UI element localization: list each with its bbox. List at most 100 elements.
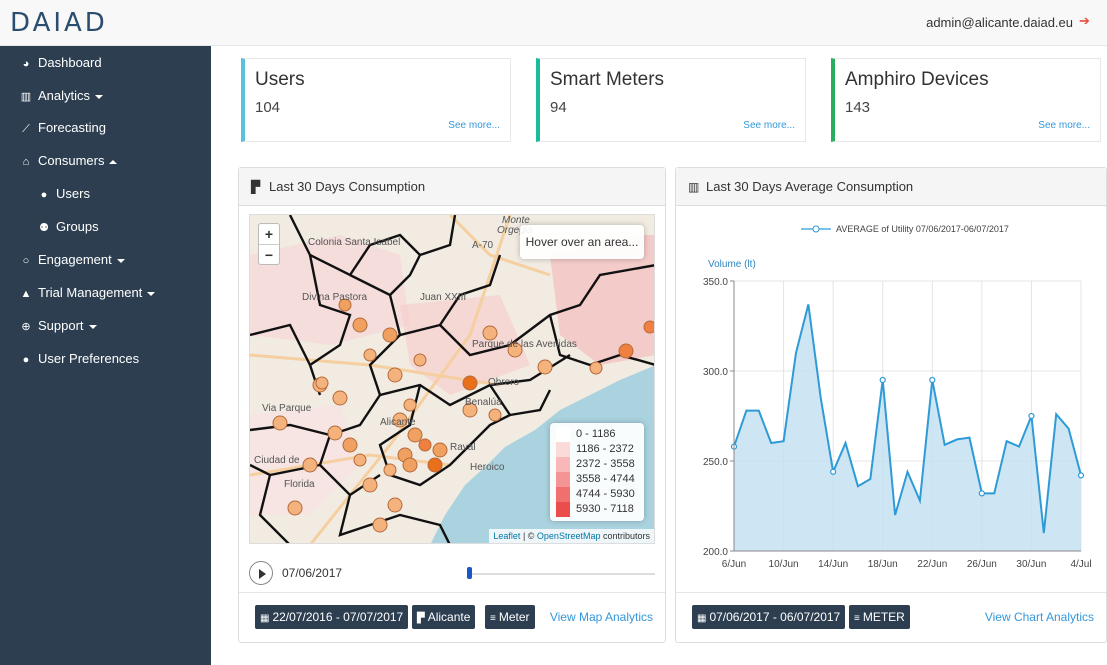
database-icon: ≡: [490, 613, 496, 624]
legend-swatch: [556, 487, 570, 502]
data-point: [1077, 472, 1085, 479]
x-tick-label: 4/Jul: [1070, 559, 1091, 570]
y-tick-label: 250.0: [703, 457, 728, 468]
x-tick-label: 14/Jun: [818, 559, 848, 570]
user-icon: ●: [40, 189, 48, 201]
legend-row: 5930 - 7118: [556, 502, 638, 517]
timeline-slider-handle[interactable]: [467, 567, 472, 579]
bar-chart-icon: ▥: [688, 180, 700, 194]
map-label: Ciudad de: [254, 455, 300, 466]
lifebuoy-icon: ⊕: [21, 321, 31, 333]
source-label: METER: [862, 610, 905, 624]
chart-panel: ▥ Last 30 Days Average Consumption 200.0 2…: [675, 167, 1107, 643]
users-card: Users 104 See more...: [241, 58, 511, 142]
chart-svg: 200.0 250.0 300.0 350.0 6/Jun 10/Jun 14/Jun 18/…: [703, 224, 1092, 570]
see-more-link[interactable]: See more...: [1038, 120, 1090, 131]
map-label: Divina Pastora: [302, 292, 367, 303]
y-tick-label: 300.0: [703, 367, 728, 378]
calendar-icon: ▦: [260, 613, 270, 624]
sidebar-item-support[interactable]: ⊕ Support: [0, 311, 211, 341]
legend-marker: [812, 225, 820, 233]
sidebar-item-user-preferences[interactable]: ● User Preferences: [0, 344, 211, 374]
sidebar-item-users[interactable]: ● Users: [0, 179, 211, 209]
data-point: [978, 490, 985, 497]
sidebar-item-label: Users: [56, 186, 90, 201]
legend-label: 4744 - 5930: [576, 488, 635, 500]
map-label: Juan XXIII: [420, 292, 466, 303]
see-more-link[interactable]: See more...: [743, 120, 795, 131]
map-label: A-70: [472, 240, 494, 251]
chevron-down-icon: [147, 291, 156, 296]
card-title: Users: [255, 69, 305, 90]
sidebar-item-label: Dashboard: [38, 55, 102, 70]
map-icon: ▛: [251, 180, 261, 194]
zoom-in-button[interactable]: +: [259, 224, 279, 244]
sidebar-item-groups[interactable]: ⚉ Groups: [0, 212, 211, 242]
y-tick-label: 350.0: [703, 277, 728, 288]
x-tick-label: 22/Jun: [917, 559, 947, 570]
map-label: Florida: [284, 479, 315, 490]
map-label: Heroico: [470, 462, 505, 473]
map-label: Obrero: [488, 377, 520, 388]
sidebar-item-forecasting[interactable]: ⟋ Forecasting: [0, 113, 211, 143]
legend-row: 1186 - 2372: [556, 442, 638, 457]
card-value: 94: [550, 99, 567, 116]
panel-footer: ▦ 07/06/2017 - 06/07/2017 ≡ METER View Cha…: [676, 592, 1106, 642]
legend-label: 3558 - 4744: [576, 473, 635, 485]
play-button[interactable]: [249, 561, 273, 585]
sidebar-item-consumers[interactable]: ⌂ Consumers: [0, 146, 211, 176]
logout-icon[interactable]: ➔: [1079, 14, 1093, 28]
legend-label: 5930 - 7118: [576, 503, 634, 515]
see-more-link[interactable]: See more...: [448, 120, 500, 131]
map-panel: ▛ Last 30 Days Consumption Colonia Santa…: [238, 167, 666, 643]
group-icon: ⚉: [39, 222, 49, 234]
data-point: [929, 376, 936, 384]
sidebar-item-label: Trial Management: [38, 285, 143, 300]
x-tick-label: 30/Jun: [1016, 559, 1046, 570]
card-value: 104: [255, 99, 281, 116]
chevron-down-icon: [116, 258, 125, 263]
app-logo[interactable]: DAIAD: [10, 8, 108, 38]
sidebar-item-dashboard[interactable]: ◕ Dashboard: [0, 48, 211, 78]
view-chart-analytics-link[interactable]: View Chart Analytics: [985, 610, 1094, 624]
view-map-analytics-link[interactable]: View Map Analytics: [550, 610, 653, 624]
sidebar-item-analytics[interactable]: ▥ Analytics: [0, 81, 211, 111]
source-badge[interactable]: ≡ Meter: [485, 605, 535, 629]
source-badge[interactable]: ≡ METER: [849, 605, 910, 629]
osm-link[interactable]: OpenStreetMap: [537, 531, 601, 541]
user-icon: ●: [22, 354, 30, 366]
timeline-slider[interactable]: [469, 573, 655, 575]
user-email[interactable]: admin@alicante.daiad.eu: [926, 15, 1073, 30]
date-range-badge[interactable]: ▦ 22/07/2016 - 07/07/2017: [255, 605, 409, 629]
card-value: 143: [845, 99, 871, 116]
map-icon: ▛: [417, 613, 425, 624]
sidebar-item-engagement[interactable]: ○ Engagement: [0, 245, 211, 275]
card-title: Amphiro Devices: [845, 69, 989, 90]
y-axis-label: Volume (lt): [708, 259, 756, 270]
home-icon: ⌂: [22, 156, 30, 168]
map-legend: 0 - 1186 1186 - 2372 2372 - 3558 3558 - …: [550, 423, 644, 521]
panel-header: ▛ Last 30 Days Consumption: [239, 168, 665, 206]
average-consumption-chart[interactable]: 200.0 250.0 300.0 350.0 6/Jun 10/Jun 14/Jun 18/…: [676, 208, 1107, 588]
top-navbar: DAIAD admin@alicante.daiad.eu ➔: [0, 0, 1107, 46]
area-badge[interactable]: ▛ Alicante: [412, 605, 476, 629]
hover-info-box: Hover over an area...: [520, 225, 644, 259]
date-range-label: 22/07/2016 - 07/07/2017: [272, 610, 404, 624]
legend-swatch: [556, 442, 570, 457]
map-attribution: Leaflet | © OpenStreetMap contributors: [489, 529, 654, 543]
map-label: Colonia Santa Isabel: [308, 237, 400, 248]
date-range-badge[interactable]: ▦ 07/06/2017 - 06/07/2017: [692, 605, 846, 629]
sidebar-item-trial-management[interactable]: ▲ Trial Management: [0, 278, 211, 308]
zoom-out-button[interactable]: −: [259, 244, 279, 264]
map-label: Alicante: [380, 417, 416, 428]
source-label: Meter: [498, 610, 530, 624]
data-point: [879, 376, 886, 384]
leaflet-link[interactable]: Leaflet: [493, 531, 520, 541]
sidebar-item-label: Groups: [56, 219, 99, 234]
date-range-label: 07/06/2017 - 06/07/2017: [709, 610, 841, 624]
comment-icon: ○: [22, 255, 30, 267]
timeline-controls: 07/06/2017: [249, 561, 655, 587]
chevron-down-icon: [95, 94, 104, 99]
consumption-map[interactable]: Colonia Santa Isabel Divina Pastora Juan…: [249, 214, 655, 544]
legend-row: 4744 - 5930: [556, 487, 638, 502]
